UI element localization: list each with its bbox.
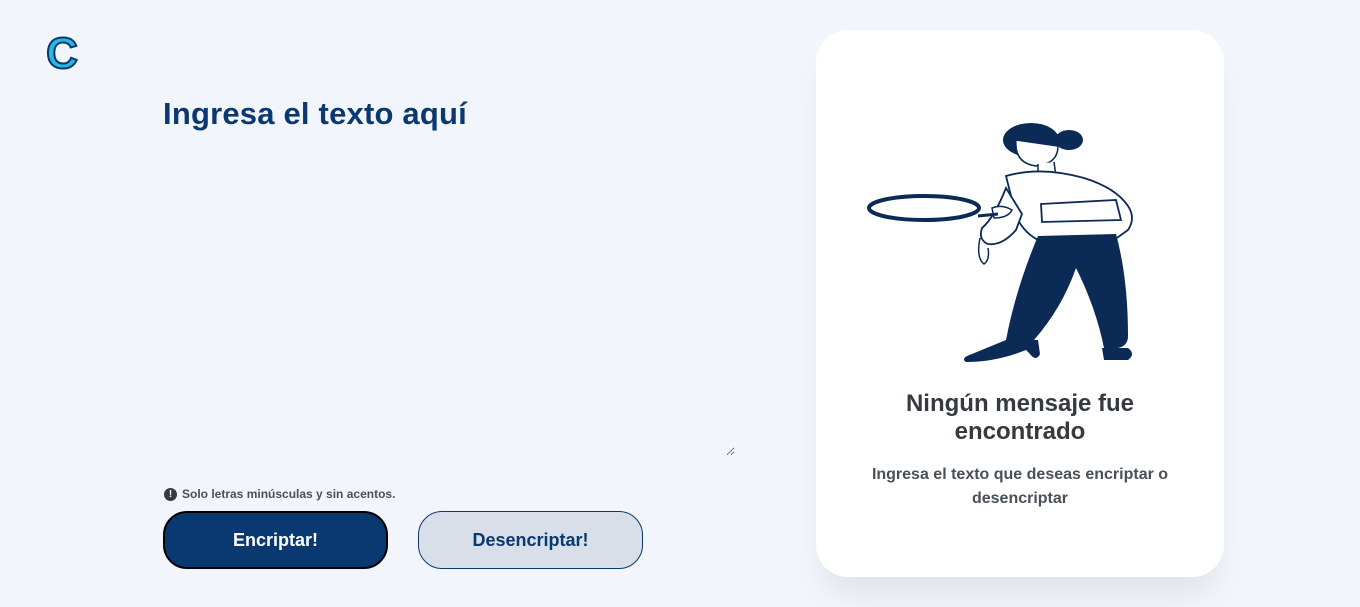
- logo-icon: C: [40, 28, 84, 79]
- output-card: Ningún mensaje fue encontrado Ingresa el…: [816, 30, 1224, 577]
- warning-text: Solo letras minúsculas y sin acentos.: [182, 487, 396, 501]
- exclamation-icon: !: [164, 487, 177, 501]
- warning-message: ! Solo letras minúsculas y sin acentos.: [164, 487, 395, 501]
- page: C Ingresa el texto aquí ! Solo letras mi…: [0, 0, 1360, 607]
- output-subtitle: Ingresa el texto que deseas encriptar o …: [871, 466, 1169, 507]
- output-title: Ningún mensaje fue encontrado: [905, 390, 1135, 445]
- text-input[interactable]: [163, 150, 735, 456]
- input-title: Ingresa el texto aquí: [163, 96, 467, 131]
- person-with-magnifying-glass-icon: [866, 118, 1176, 380]
- encrypt-button[interactable]: Encriptar!: [163, 511, 388, 569]
- decrypt-button[interactable]: Desencriptar!: [418, 511, 643, 569]
- svg-text:C: C: [46, 30, 78, 76]
